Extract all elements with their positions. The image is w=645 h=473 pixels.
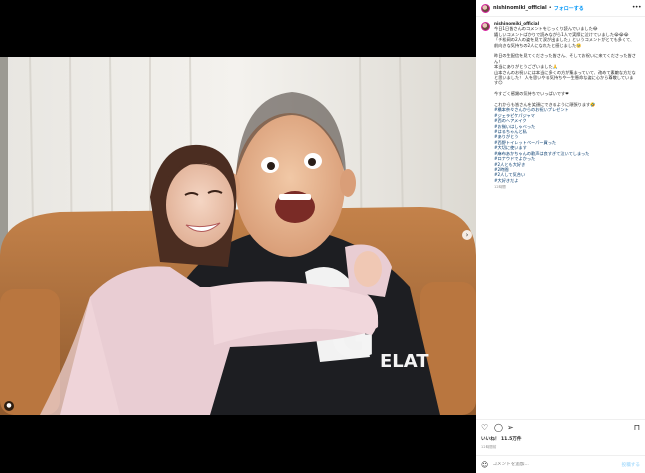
- avatar[interactable]: [481, 3, 490, 13]
- post-comment-button[interactable]: 投稿する: [622, 462, 640, 468]
- share-icon[interactable]: ➢: [507, 424, 515, 432]
- likes-count[interactable]: いいね！ 11.5万件: [481, 436, 522, 442]
- caption-line: 昨日の生配信を見てくださった皆さん、そしてお祝いに来てくださった皆さん！: [494, 53, 636, 64]
- action-icons: ♡ ◯ ➢: [481, 424, 515, 432]
- caption-time: 12時間: [494, 185, 506, 190]
- user-tag-icon[interactable]: ●: [4, 401, 14, 411]
- post-header: nishinomiki_official • フォローする •••: [476, 0, 645, 17]
- comment-box: ☺ 投稿する: [476, 455, 645, 473]
- next-image-icon[interactable]: ›: [462, 230, 472, 240]
- heart-icon[interactable]: ♡: [481, 424, 489, 432]
- comment-icon[interactable]: ◯: [494, 424, 503, 432]
- caption-area: nishinomiki_official 今日1日皆さんのコメントをじっくり読ん…: [481, 21, 641, 419]
- bookmark-icon[interactable]: ⊓: [634, 424, 640, 432]
- caption-line: 山本さんのお祝いには本当に多くの方が集まっていて、改めて素敵な方だなと思いました…: [494, 69, 636, 86]
- screenshot-frame: G ELAT ● › nishinomiki_official • フォローする…: [0, 0, 645, 473]
- action-bar: ♡ ◯ ➢ ⊓ いいね！ 11.5万件 12時間前: [476, 419, 645, 455]
- separator-dot: •: [548, 5, 552, 11]
- caption-body: nishinomiki_official 今日1日皆さんのコメントをじっくり読ん…: [494, 21, 637, 419]
- comment-input[interactable]: [492, 462, 622, 467]
- hashtag-list: #橋本奈々さんからのお祝いプレゼント #ジェラピケパジャマ #西のヘアメイク #お揃い…: [494, 107, 637, 183]
- post-date: 12時間前: [481, 445, 497, 449]
- photo-illustration: G ELAT: [0, 57, 476, 415]
- caption-text: 今日1日皆さんのコメントをじっくり読んでいました😂 嬉しいコメントばかりで読みなが…: [494, 26, 637, 107]
- header-username[interactable]: nishinomiki_official: [493, 5, 547, 11]
- follow-button[interactable]: フォローする: [554, 5, 584, 12]
- hashtag-link[interactable]: #大好きだよ: [494, 178, 637, 183]
- caption-line: 「チ松岡の2人の姿を見て涙が出ました」というコメントがとても多くて、前向きな気持…: [494, 37, 635, 48]
- svg-text:ELAT: ELAT: [380, 351, 429, 372]
- emoji-icon[interactable]: ☺: [481, 461, 488, 469]
- post-side-panel: nishinomiki_official • フォローする ••• nishin…: [476, 0, 645, 473]
- post-photo[interactable]: G ELAT ● ›: [0, 57, 476, 415]
- caption-avatar[interactable]: [481, 22, 490, 31]
- more-dots-icon[interactable]: •••: [632, 4, 642, 11]
